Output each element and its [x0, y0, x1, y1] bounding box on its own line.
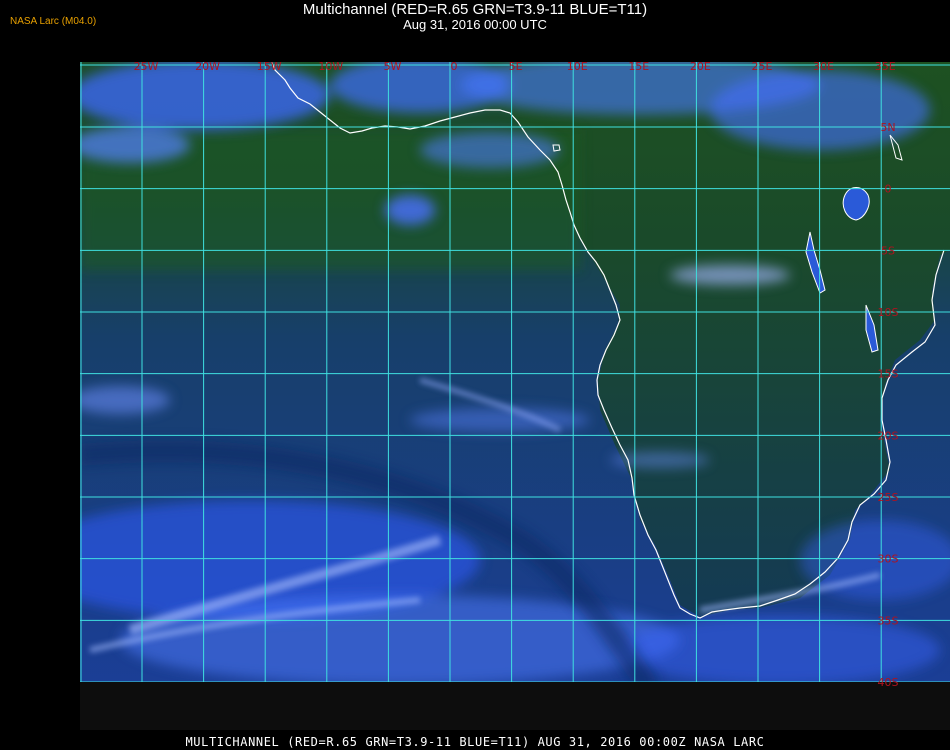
longitude-label: 25E — [752, 60, 773, 73]
latitude-label: 0 — [885, 183, 892, 196]
latitude-label: 40S — [878, 676, 899, 689]
latitude-label: 35S — [878, 614, 899, 627]
longitude-label: 20W — [195, 60, 220, 73]
longitude-label: 30E — [813, 60, 834, 73]
footer-caption: MULTICHANNEL (RED=R.65 GRN=T3.9-11 BLUE=… — [185, 735, 765, 749]
longitude-label: 5E — [509, 60, 523, 73]
longitude-label: 10E — [567, 60, 588, 73]
latitude-label: 5S — [881, 244, 895, 257]
longitude-label: 5W — [383, 60, 401, 73]
longitude-label: 20E — [690, 60, 711, 73]
longitude-label: 15W — [257, 60, 282, 73]
longitude-label: 10W — [318, 60, 343, 73]
satellite-map: 25W 20W 15W 10W 5W 0 5E 10E 15E 20E 25E 30E 35E 5N 0 5… — [80, 60, 950, 730]
longitude-label: 25W — [134, 60, 159, 73]
lower-panel — [80, 682, 950, 730]
longitude-label: 35E — [875, 60, 896, 73]
latitude-label: 10S — [878, 306, 899, 319]
latitude-label: 25S — [878, 491, 899, 504]
latitude-label: 30S — [878, 553, 899, 566]
latitude-label: 5N — [880, 121, 895, 134]
latitude-label: 15S — [878, 368, 899, 381]
latitude-label: 20S — [878, 429, 899, 442]
longitude-label: 15E — [628, 60, 649, 73]
longitude-label: 0 — [451, 60, 458, 73]
